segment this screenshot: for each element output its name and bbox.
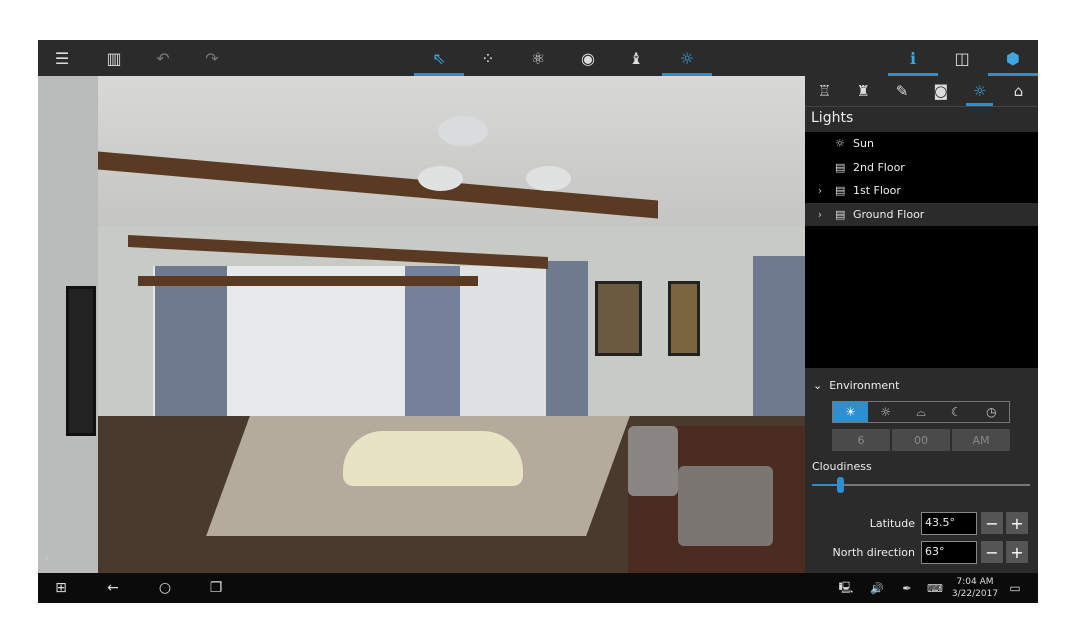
hour-field[interactable]: 6 xyxy=(832,429,890,451)
side-panel: ♖ ♜ ✎ ◙ ☼ ⌂ Lights ☼ Sun ▤ 2nd Floor › ▤ 1st… xyxy=(805,76,1038,573)
expand-arrow-icon[interactable]: › xyxy=(44,551,49,565)
3d-viewport[interactable]: › xyxy=(38,76,805,573)
undo-icon[interactable]: ↶ xyxy=(139,40,187,76)
item-label: 1st Floor xyxy=(853,184,901,198)
windows-taskbar: ⊞ ← ○ ❐ 🖳 🔊 ✒ ⌨ 7:04 AM 3/22/2017 ▭ xyxy=(38,573,1038,603)
latitude-input[interactable]: 43.5° xyxy=(921,512,977,535)
minute-field[interactable]: 00 xyxy=(892,429,950,451)
north-direction-input[interactable]: 63° xyxy=(921,541,977,564)
select-icon[interactable]: ⇖ xyxy=(414,40,464,76)
cube-icon[interactable]: ⬢ xyxy=(988,40,1038,76)
library-icon[interactable]: ▥ xyxy=(90,40,138,76)
menu-icon[interactable]: ☰ xyxy=(38,40,86,76)
sun-icon: ☼ xyxy=(835,137,845,151)
panel-tabs: ♖ ♜ ✎ ◙ ☼ ⌂ xyxy=(805,76,1038,106)
clock[interactable]: 7:04 AM 3/22/2017 xyxy=(950,573,1000,603)
clock-time: 7:04 AM xyxy=(956,577,994,587)
slider-thumb[interactable] xyxy=(837,477,845,493)
back-arrow-icon[interactable]: ← xyxy=(98,573,128,603)
ampm-field[interactable]: AM xyxy=(952,429,1010,451)
north-direction-label: North direction xyxy=(832,546,915,559)
north-minus-button[interactable]: − xyxy=(981,541,1003,563)
atom-icon[interactable]: ⚛ xyxy=(514,40,562,76)
light-item-1st-floor[interactable]: › ▤ 1st Floor xyxy=(805,179,1038,203)
chevron-right-icon[interactable]: › xyxy=(805,184,835,197)
cortana-circle-icon[interactable]: ○ xyxy=(150,573,180,603)
app-window: ☰ ▥ ↶ ↷ ⇖ ⁘ ⚛ ◉ ♝ ☼ ℹ ◫ ⬢ › ♖ ♜ ✎ ◙ ☼ ⌂ … xyxy=(38,40,1038,603)
time-of-day-selector: ☀ ☼ ⌓ ☾ ◷ xyxy=(832,401,1010,423)
sunrise-icon[interactable]: ☀ xyxy=(833,402,869,422)
sun-icon[interactable]: ☼ xyxy=(662,40,712,76)
eye-icon[interactable]: ◉ xyxy=(564,40,612,76)
task-view-icon[interactable]: ❐ xyxy=(201,573,231,603)
floor-icon: ▤ xyxy=(835,160,846,174)
network-icon[interactable]: 🖳 xyxy=(835,573,857,603)
redo-icon[interactable]: ↷ xyxy=(188,40,236,76)
windows-start-icon[interactable]: ⊞ xyxy=(46,573,76,603)
camera-icon[interactable]: ◙ xyxy=(921,76,960,106)
floor-icon: ▤ xyxy=(835,184,846,198)
sun-icon[interactable]: ☼ xyxy=(868,402,903,422)
paint-brush-icon[interactable]: ♜ xyxy=(844,76,883,106)
item-label: Sun xyxy=(853,137,874,151)
environment-title: Environment xyxy=(829,379,900,392)
clock-date: 3/22/2017 xyxy=(951,589,999,599)
environment-section: ⌄ Environment ☀ ☼ ⌓ ☾ ◷ 6 00 AM Cloudine… xyxy=(805,368,1038,573)
light-item-2nd-floor[interactable]: ▤ 2nd Floor xyxy=(805,156,1038,180)
chevron-down-icon: ⌄ xyxy=(813,379,823,392)
panel-title: Lights xyxy=(805,106,1038,132)
sunset-icon[interactable]: ⌓ xyxy=(903,402,938,422)
cloudiness-slider[interactable] xyxy=(812,477,1030,493)
footprints-icon[interactable]: ⁘ xyxy=(464,40,512,76)
moon-icon[interactable]: ☾ xyxy=(939,402,974,422)
floorplan-icon[interactable]: ◫ xyxy=(938,40,986,76)
latitude-label: Latitude xyxy=(869,517,915,530)
keyboard-icon[interactable]: ⌨ xyxy=(923,573,947,603)
sun-icon[interactable]: ☼ xyxy=(960,76,999,106)
item-label: 2nd Floor xyxy=(853,160,905,174)
latitude-plus-button[interactable]: + xyxy=(1006,512,1028,534)
item-label: Ground Floor xyxy=(853,207,925,221)
chevron-right-icon[interactable]: › xyxy=(805,208,835,221)
floor-icon: ▤ xyxy=(835,207,846,221)
cloudiness-label: Cloudiness xyxy=(812,460,872,473)
environment-header[interactable]: ⌄ Environment xyxy=(813,379,899,392)
furniture-icon[interactable]: ♖ xyxy=(805,76,844,106)
volume-icon[interactable]: 🔊 xyxy=(866,573,888,603)
chess-icon[interactable]: ♝ xyxy=(612,40,660,76)
light-item-ground-floor[interactable]: › ▤ Ground Floor xyxy=(805,202,1038,226)
north-plus-button[interactable]: + xyxy=(1006,541,1028,563)
action-center-icon[interactable]: ▭ xyxy=(1003,573,1027,603)
latitude-minus-button[interactable]: − xyxy=(981,512,1003,534)
pen-icon[interactable]: ✒ xyxy=(896,573,918,603)
clock-icon[interactable]: ◷ xyxy=(974,402,1009,422)
time-picker: 6 00 AM xyxy=(832,429,1010,451)
pencil-icon[interactable]: ✎ xyxy=(883,76,922,106)
info-icon[interactable]: ℹ xyxy=(888,40,938,76)
light-item-sun[interactable]: ☼ Sun xyxy=(805,132,1038,156)
house-icon[interactable]: ⌂ xyxy=(999,76,1038,106)
top-toolbar: ☰ ▥ ↶ ↷ ⇖ ⁘ ⚛ ◉ ♝ ☼ ℹ ◫ ⬢ xyxy=(38,40,1038,76)
